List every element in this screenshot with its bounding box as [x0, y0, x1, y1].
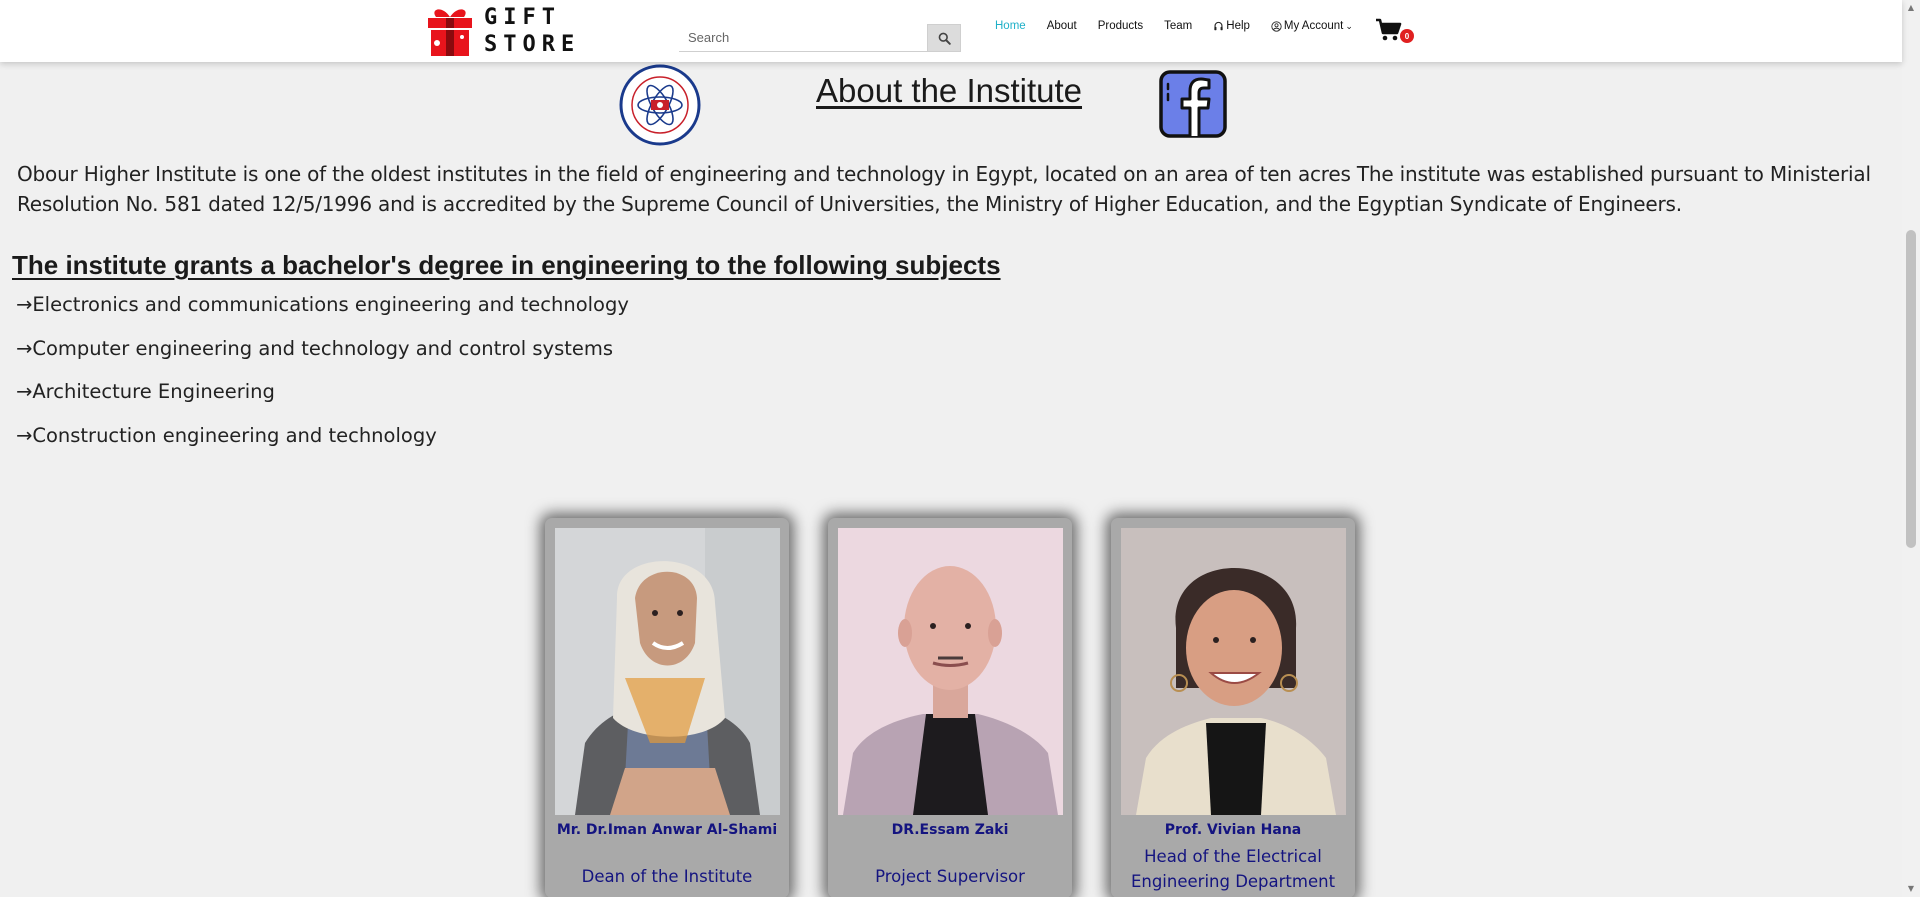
subject-item: →Construction engineering and technology — [16, 423, 437, 447]
brand-line-1: GIFT — [484, 5, 561, 30]
staff-name: Prof. Vivian Hana — [1164, 822, 1302, 838]
nav-team[interactable]: Team — [1164, 20, 1192, 32]
staff-role: Project Supervisor — [875, 867, 1025, 886]
staff-card: Prof. Vivian Hana Head of the Electrical… — [1111, 518, 1355, 897]
brand-logo[interactable]: GIFT STORE — [424, 4, 580, 58]
staff-photo — [1121, 528, 1346, 815]
staff-role: Head of the Electrical Engineering Depar… — [1130, 847, 1336, 891]
scroll-up-arrow-icon[interactable]: ▲ — [1906, 3, 1916, 13]
subject-item: →Electronics and communications engineer… — [16, 293, 629, 316]
scroll-down-arrow-icon[interactable]: ▼ — [1906, 884, 1916, 894]
staff-name: Mr. Dr.Iman Anwar Al-Shami — [556, 822, 778, 838]
staff-card: Mr. Dr.Iman Anwar Al-Shami Dean of the I… — [545, 518, 789, 897]
staff-card: DR.Essam Zaki Project Supervisor — [828, 518, 1072, 897]
search-button[interactable] — [927, 24, 961, 52]
staff-photo — [838, 528, 1063, 815]
nav-about[interactable]: About — [1047, 20, 1077, 32]
chevron-down-icon: ⌄ — [1345, 20, 1353, 31]
nav-products[interactable]: Products — [1098, 20, 1143, 32]
subjects-heading: The institute grants a bachelor's degree… — [12, 250, 1001, 280]
brand-name: GIFT STORE — [484, 4, 580, 58]
subject-item: →Computer engineering and technology and… — [16, 336, 614, 360]
top-navbar: GIFT STORE Home About Products Team Help — [0, 0, 1902, 62]
staff-name: DR.Essam Zaki — [891, 822, 1009, 838]
facebook-icon[interactable] — [1159, 70, 1227, 138]
nav-my-account[interactable]: My Account ⌄ — [1271, 20, 1353, 32]
about-title: About the Institute — [816, 72, 1083, 109]
search-bar — [679, 24, 961, 52]
gift-box-icon — [424, 5, 476, 57]
nav-menu: Home About Products Team Help My Account… — [995, 20, 1374, 32]
about-paragraph: Obour Higher Institute is one of the old… — [17, 162, 1871, 216]
subjects-list: →Electronics and communications engineer… — [16, 290, 629, 464]
headset-icon — [1214, 21, 1223, 30]
staff-role: Dean of the Institute — [581, 867, 753, 886]
nav-home[interactable]: Home — [995, 20, 1026, 32]
subject-item: →Architecture Engineering — [16, 380, 275, 403]
page-scrollbar[interactable]: ▲ ▼ — [1902, 0, 1920, 897]
shopping-cart-icon — [1376, 18, 1402, 41]
cart-button[interactable]: 0 — [1375, 18, 1415, 44]
staff-photo — [555, 528, 780, 815]
brand-line-2: STORE — [484, 32, 581, 57]
user-circle-icon — [1271, 20, 1282, 32]
institute-logo — [619, 64, 701, 146]
scrollbar-thumb[interactable] — [1906, 230, 1916, 548]
nav-help[interactable]: Help — [1213, 20, 1250, 32]
search-icon — [938, 32, 951, 45]
search-input[interactable] — [679, 24, 927, 52]
cart-count-badge: 0 — [1400, 29, 1414, 43]
